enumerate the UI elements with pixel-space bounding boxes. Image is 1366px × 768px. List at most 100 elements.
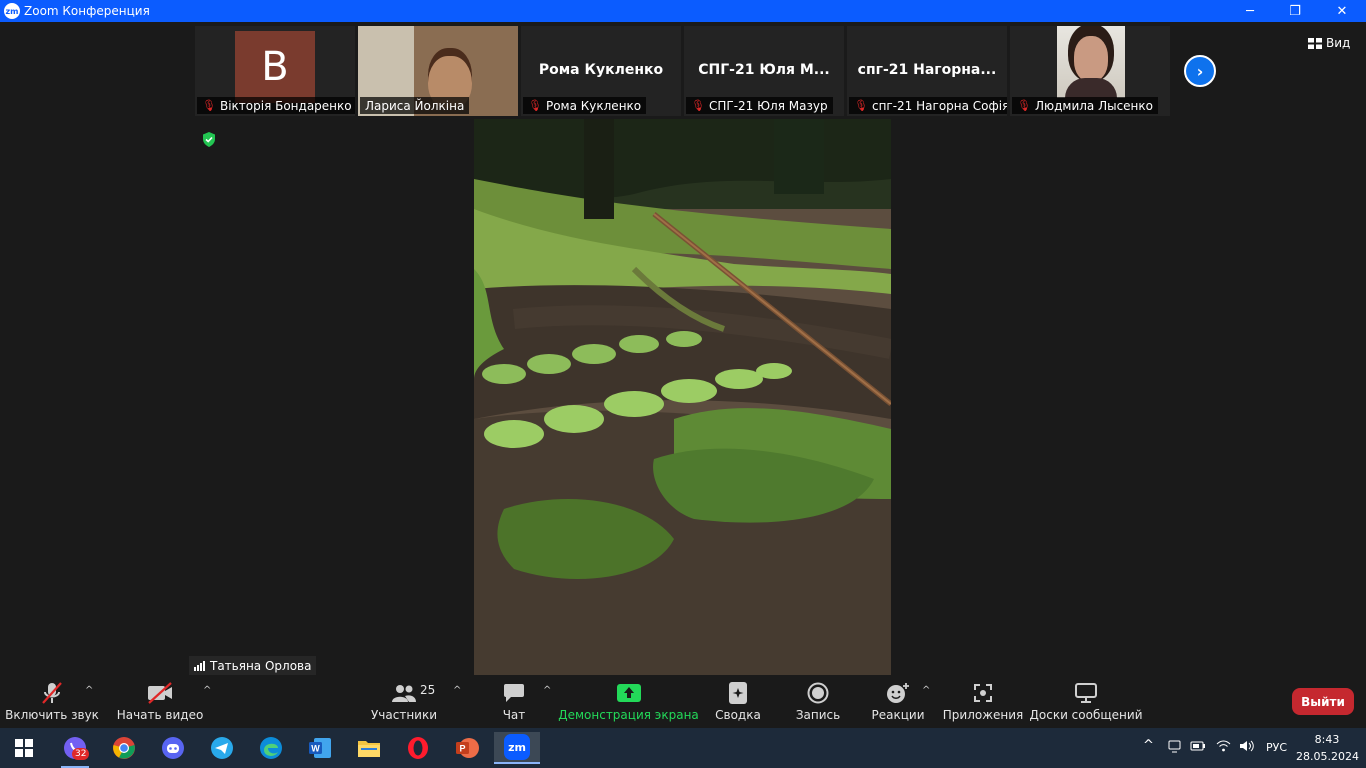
participants-count: 25 bbox=[420, 683, 436, 697]
unmute-button[interactable]: Включить звук bbox=[5, 675, 99, 728]
reactions-button[interactable]: Реакции bbox=[871, 675, 925, 728]
video-off-icon bbox=[146, 681, 174, 705]
participant-name: СПГ-21 Юля Мазур bbox=[708, 98, 828, 113]
view-label: Вид bbox=[1326, 36, 1351, 50]
taskbar-telegram[interactable] bbox=[202, 732, 242, 764]
participant-name: Людмила Лысенко bbox=[1034, 98, 1153, 113]
participant-name-label: 🎙 СПГ-21 Юля Мазур bbox=[686, 97, 833, 114]
taskbar-word[interactable]: W bbox=[300, 732, 340, 764]
view-button[interactable]: Вид bbox=[1308, 34, 1350, 52]
taskbar-discord[interactable] bbox=[153, 732, 193, 764]
participant-name: спг-21 Нагорна Софія bbox=[871, 98, 1007, 113]
svg-text:W: W bbox=[311, 744, 320, 754]
participant-tile[interactable]: СПГ-21 Юля М... 🎙 СПГ-21 Юля Мазур bbox=[684, 26, 844, 116]
restore-button[interactable]: ❐ bbox=[1272, 0, 1318, 22]
system-clock[interactable]: 8:43 28.05.2024 bbox=[1296, 731, 1359, 765]
taskbar-chrome[interactable] bbox=[104, 732, 144, 764]
folder-icon bbox=[358, 741, 380, 757]
mic-muted-icon: 🎙 bbox=[691, 99, 705, 112]
taskbar-zoom[interactable]: zm bbox=[494, 732, 540, 764]
battery-icon[interactable] bbox=[1190, 740, 1206, 755]
main-video bbox=[474, 119, 891, 675]
reactions-options-chevron-icon[interactable]: ^ bbox=[922, 685, 930, 696]
title-bar: zm Zoom Конференция ─ ❐ ✕ bbox=[0, 0, 1366, 22]
taskbar-powerpoint[interactable]: P bbox=[447, 732, 487, 764]
participant-name-label: 🎙 Людмила Лысенко bbox=[1012, 97, 1158, 114]
share-screen-button[interactable]: Демонстрация экрана bbox=[558, 675, 699, 728]
participant-display-name: Рома Кукленко bbox=[538, 62, 664, 78]
apps-icon bbox=[969, 681, 997, 705]
active-speaker-label: Татьяна Орлова bbox=[189, 656, 317, 675]
next-page-button[interactable]: › bbox=[1184, 55, 1216, 87]
start-video-label: Начать видео bbox=[116, 708, 204, 722]
chrome-icon bbox=[113, 737, 135, 759]
minimize-button[interactable]: ─ bbox=[1227, 0, 1273, 22]
window-title: Zoom Конференция bbox=[24, 4, 150, 18]
wifi-icon[interactable] bbox=[1216, 740, 1231, 755]
summary-label: Сводка bbox=[715, 708, 761, 722]
taskbar-file-explorer[interactable] bbox=[349, 732, 389, 764]
participants-options-chevron-icon[interactable]: ^ bbox=[453, 685, 461, 696]
participant-display-name: СПГ-21 Юля М... bbox=[698, 62, 830, 78]
encryption-shield-icon[interactable] bbox=[202, 132, 216, 147]
participant-name-label: 🎙 Рома Кукленко bbox=[523, 97, 647, 114]
signal-strength-icon bbox=[194, 660, 205, 671]
participants-label: Участники bbox=[370, 708, 438, 722]
mic-muted-icon: 🎙 bbox=[854, 99, 868, 112]
chat-options-chevron-icon[interactable]: ^ bbox=[543, 685, 551, 696]
participant-name-label: 🎙 спг-21 Нагорна Софія bbox=[849, 97, 1007, 114]
zoom-logo-icon: zm bbox=[4, 3, 20, 19]
windows-start-button[interactable] bbox=[4, 732, 44, 764]
volume-icon[interactable] bbox=[1239, 740, 1255, 755]
record-button[interactable]: Запись bbox=[794, 675, 842, 728]
participant-tile[interactable]: спг-21 Нагорна... 🎙 спг-21 Нагорна Софія bbox=[847, 26, 1007, 116]
participants-icon bbox=[390, 681, 418, 705]
clock-time: 8:43 bbox=[1314, 733, 1340, 746]
mic-muted-icon: 🎙 bbox=[1017, 99, 1031, 112]
summary-button[interactable]: Сводка bbox=[714, 675, 762, 728]
meet-now-icon[interactable] bbox=[1168, 740, 1181, 756]
apps-button[interactable]: Приложения bbox=[942, 675, 1024, 728]
audio-options-chevron-icon[interactable]: ^ bbox=[85, 685, 93, 696]
close-button[interactable]: ✕ bbox=[1319, 0, 1365, 22]
opera-icon bbox=[408, 737, 428, 759]
apps-label: Приложения bbox=[942, 708, 1024, 722]
notification-badge: 32 bbox=[72, 748, 90, 760]
participant-tile[interactable]: Лариса Йолкіна bbox=[358, 26, 518, 116]
participant-name-label: Лариса Йолкіна bbox=[360, 97, 470, 114]
reactions-label: Реакции bbox=[871, 708, 925, 722]
whiteboard-icon bbox=[1072, 681, 1100, 705]
participant-name: Рома Кукленко bbox=[545, 98, 642, 113]
taskbar-viber[interactable]: 32 bbox=[55, 732, 95, 768]
show-hidden-icons-chevron-icon[interactable]: ^ bbox=[1143, 738, 1154, 753]
participant-tile[interactable]: 🎙 Людмила Лысенко bbox=[1010, 26, 1170, 116]
input-language[interactable]: РУС bbox=[1266, 741, 1287, 754]
whiteboards-label: Доски сообщений bbox=[1029, 708, 1143, 722]
video-options-chevron-icon[interactable]: ^ bbox=[203, 685, 211, 696]
clock-date: 28.05.2024 bbox=[1296, 750, 1359, 763]
leave-button[interactable]: Выйти bbox=[1292, 688, 1354, 715]
powerpoint-icon: P bbox=[456, 738, 479, 758]
start-video-button[interactable]: Начать видео bbox=[117, 675, 203, 728]
share-screen-icon bbox=[615, 681, 643, 705]
avatar: B bbox=[235, 31, 315, 103]
participant-tile[interactable]: B 🎙 Вікторія Бондаренко bbox=[195, 26, 355, 116]
word-icon: W bbox=[309, 738, 331, 758]
speaker-name: Татьяна Орлова bbox=[210, 658, 312, 673]
taskbar-edge[interactable] bbox=[251, 732, 291, 764]
mic-muted-icon: 🎙 bbox=[528, 99, 542, 112]
grid-view-icon bbox=[1308, 37, 1322, 49]
share-screen-label: Демонстрация экрана bbox=[558, 708, 699, 722]
chevron-right-icon: › bbox=[1196, 61, 1204, 81]
windows-taskbar: 32 W P zm ^ РУС bbox=[0, 728, 1366, 768]
chat-bubble-icon bbox=[500, 681, 528, 705]
unmute-label: Включить звук bbox=[5, 708, 99, 722]
chat-button[interactable]: Чат bbox=[496, 675, 532, 728]
whiteboards-button[interactable]: Доски сообщений bbox=[1029, 675, 1143, 728]
meeting-toolbar: Включить звук ^ Начать видео ^ Участники… bbox=[0, 675, 1366, 728]
smiley-plus-icon bbox=[884, 681, 912, 705]
participant-name: Вікторія Бондаренко bbox=[219, 98, 352, 113]
windows-logo-icon bbox=[15, 739, 33, 757]
taskbar-opera[interactable] bbox=[398, 732, 438, 764]
participant-tile[interactable]: Рома Кукленко 🎙 Рома Кукленко bbox=[521, 26, 681, 116]
